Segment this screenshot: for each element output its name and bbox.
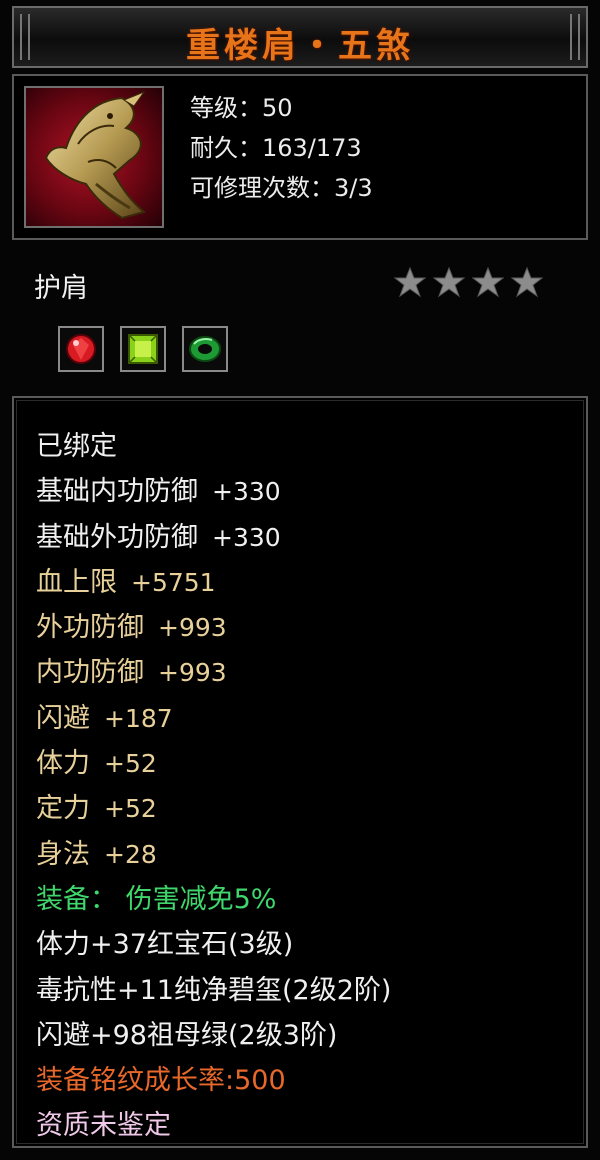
stats-panel: 已绑定 基础内功防御 +330 基础外功防御 +330 血上限 +5751 外功防御 +… [12,396,588,1148]
bound-status: 已绑定 [36,431,117,462]
stat-label: 身法 [36,838,90,870]
stat-label: 内功防御 [36,657,144,689]
star-icon [394,266,426,298]
stat-value: +330 [212,477,281,507]
stat-value: +187 [104,703,173,733]
stat-label: 定力 [36,793,90,825]
star-icon [511,266,543,298]
jade-ring-icon[interactable] [182,326,228,372]
stat-line: 内功防御 +993 [36,650,391,695]
star-icon [472,266,504,298]
stat-line: 体力 +52 [36,741,391,786]
stat-value: +52 [104,749,157,779]
gem-bonus-line: 毒抗性+11纯净碧玺(2级2阶) [36,974,392,1006]
stat-value: +52 [104,794,157,824]
item-info: 等级：50 耐久：163/173 可修理次数：3/3 [190,88,373,208]
gem-slots [58,326,228,372]
stat-line: 身法 +28 [36,832,391,877]
inscription-growth-rate: 装备铭纹成长率:500 [36,1065,286,1097]
title-bar: 重楼肩・五煞 [12,6,588,68]
stat-value: +330 [212,522,281,552]
stat-label: 体力 [36,748,90,780]
item-level: 等级：50 [190,94,293,122]
stat-value: +28 [104,839,157,869]
stat-label: 基础外功防御 [36,521,198,553]
stat-line: 定力 +52 [36,786,391,831]
stat-line: 基础内功防御 +330 [36,469,391,514]
stat-line: 闪避 +187 [36,696,391,741]
green-square-gem-icon[interactable] [120,326,166,372]
stat-value: +5751 [131,567,216,597]
dragon-shoulder-guard-icon [24,86,164,228]
item-type: 护肩 [34,273,88,304]
item-repair-count: 可修理次数：3/3 [190,174,373,202]
stat-label: 血上限 [36,566,117,598]
star-icon [433,266,465,298]
item-tooltip: 重楼肩・五煞 等级：50 耐久：163/173 可修理次数：3/3 护肩 已绑定… [0,0,600,1160]
gem-bonus-line: 闪避+98祖母绿(2级3阶) [36,1019,338,1051]
stat-value: +993 [158,658,227,688]
stat-line: 基础外功防御 +330 [36,515,391,560]
red-gem-icon[interactable] [58,326,104,372]
stat-lines: 已绑定 基础内功防御 +330 基础外功防御 +330 血上限 +5751 外功防御 +… [36,424,391,1149]
gem-bonus-line: 体力+37红宝石(3级) [36,929,294,961]
aptitude-status: 资质未鉴定 [36,1110,171,1142]
stat-line: 外功防御 +993 [36,605,391,650]
item-header: 等级：50 耐久：163/173 可修理次数：3/3 [12,74,588,240]
stat-label: 闪避 [36,702,90,734]
item-durability: 耐久：163/173 [190,134,362,162]
stat-line: 血上限 +5751 [36,560,391,605]
star-rating [394,266,543,298]
stat-label: 外功防御 [36,612,144,644]
stat-label: 基础内功防御 [36,476,198,508]
equip-bonus: 装备： 伤害减免5% [36,883,277,915]
stat-value: +993 [158,613,227,643]
item-name: 重楼肩・五煞 [186,26,414,66]
